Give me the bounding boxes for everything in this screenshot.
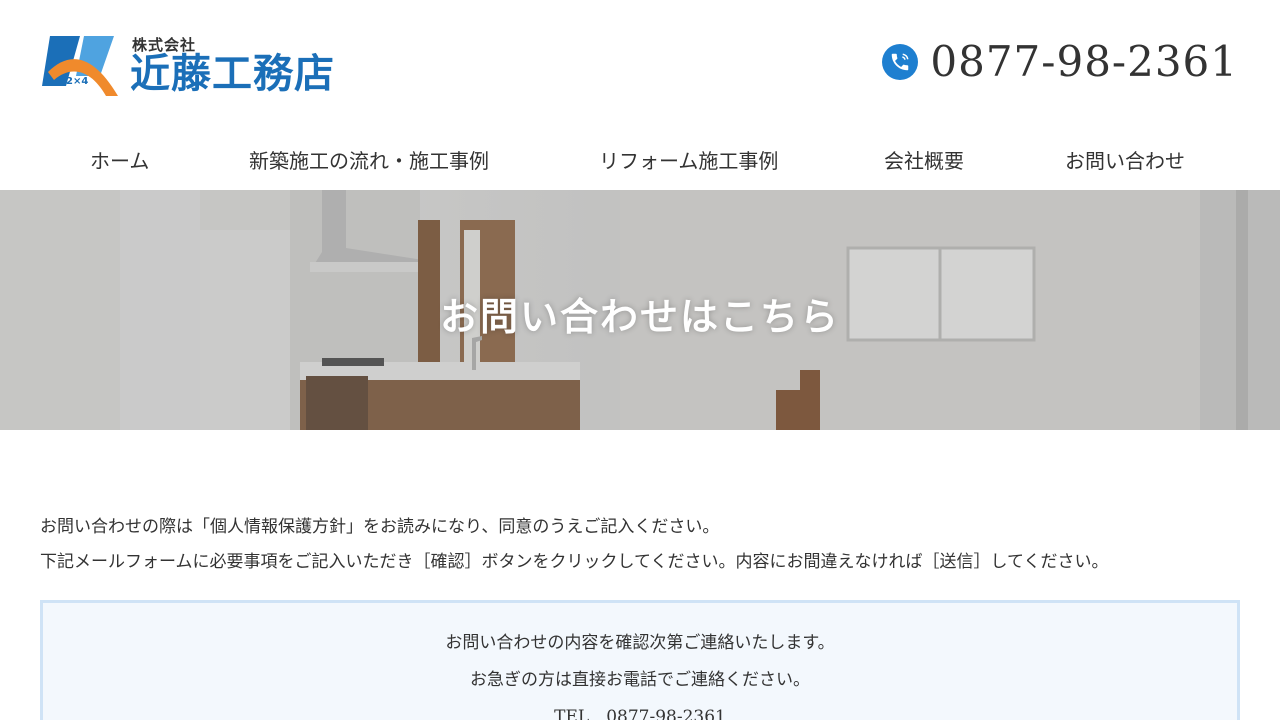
- logo-mark-icon: 2×4: [42, 36, 118, 96]
- header-phone[interactable]: 0877-98-2361: [882, 38, 1238, 86]
- notice-line-urgent: お急ぎの方は直接お電話でご連絡ください。: [470, 670, 810, 690]
- page-title: お問い合わせはこちら: [439, 294, 840, 339]
- logo-company-name: 近藤工務店: [130, 50, 335, 97]
- nav-item-new-construction[interactable]: 新築施工の流れ・施工事例: [249, 145, 489, 174]
- contact-intro: お問い合わせの際は「個人情報保護方針」をお読みになり、同意のうえご記入ください。…: [40, 510, 1240, 580]
- site-header: 2×4 株式会社 近藤工務店 0877-98-2361: [0, 0, 1280, 125]
- contact-notice-box: お問い合わせの内容を確認次第ご連絡いたします。 お急ぎの方は直接お電話でご連絡く…: [40, 600, 1240, 720]
- phone-number: 0877-98-2361: [930, 37, 1238, 86]
- notice-line-reply: お問い合わせの内容を確認次第ご連絡いたします。: [445, 633, 835, 653]
- nav-item-reform[interactable]: リフォーム施工事例: [599, 145, 778, 174]
- logo-mark-text: 2×4: [66, 76, 88, 87]
- nav-item-company[interactable]: 会社概要: [884, 145, 964, 174]
- hero-banner: お問い合わせはこちら: [0, 190, 1280, 430]
- phone-icon: [882, 44, 919, 80]
- main-nav: ホーム 新築施工の流れ・施工事例 リフォーム施工事例 会社概要 お問い合わせ: [0, 125, 1280, 190]
- notice-line-tel: TEL 0877-98-2361: [554, 707, 726, 720]
- intro-line-privacy: お問い合わせの際は「個人情報保護方針」をお読みになり、同意のうえご記入ください。: [40, 517, 720, 537]
- nav-item-home[interactable]: ホーム: [90, 145, 149, 174]
- intro-line-instructions: 下記メールフォームに必要事項をご記入いただき［確認］ボタンをクリックしてください…: [40, 552, 1109, 572]
- company-logo[interactable]: 2×4 株式会社 近藤工務店: [40, 32, 350, 100]
- nav-item-contact[interactable]: お問い合わせ: [1065, 145, 1185, 174]
